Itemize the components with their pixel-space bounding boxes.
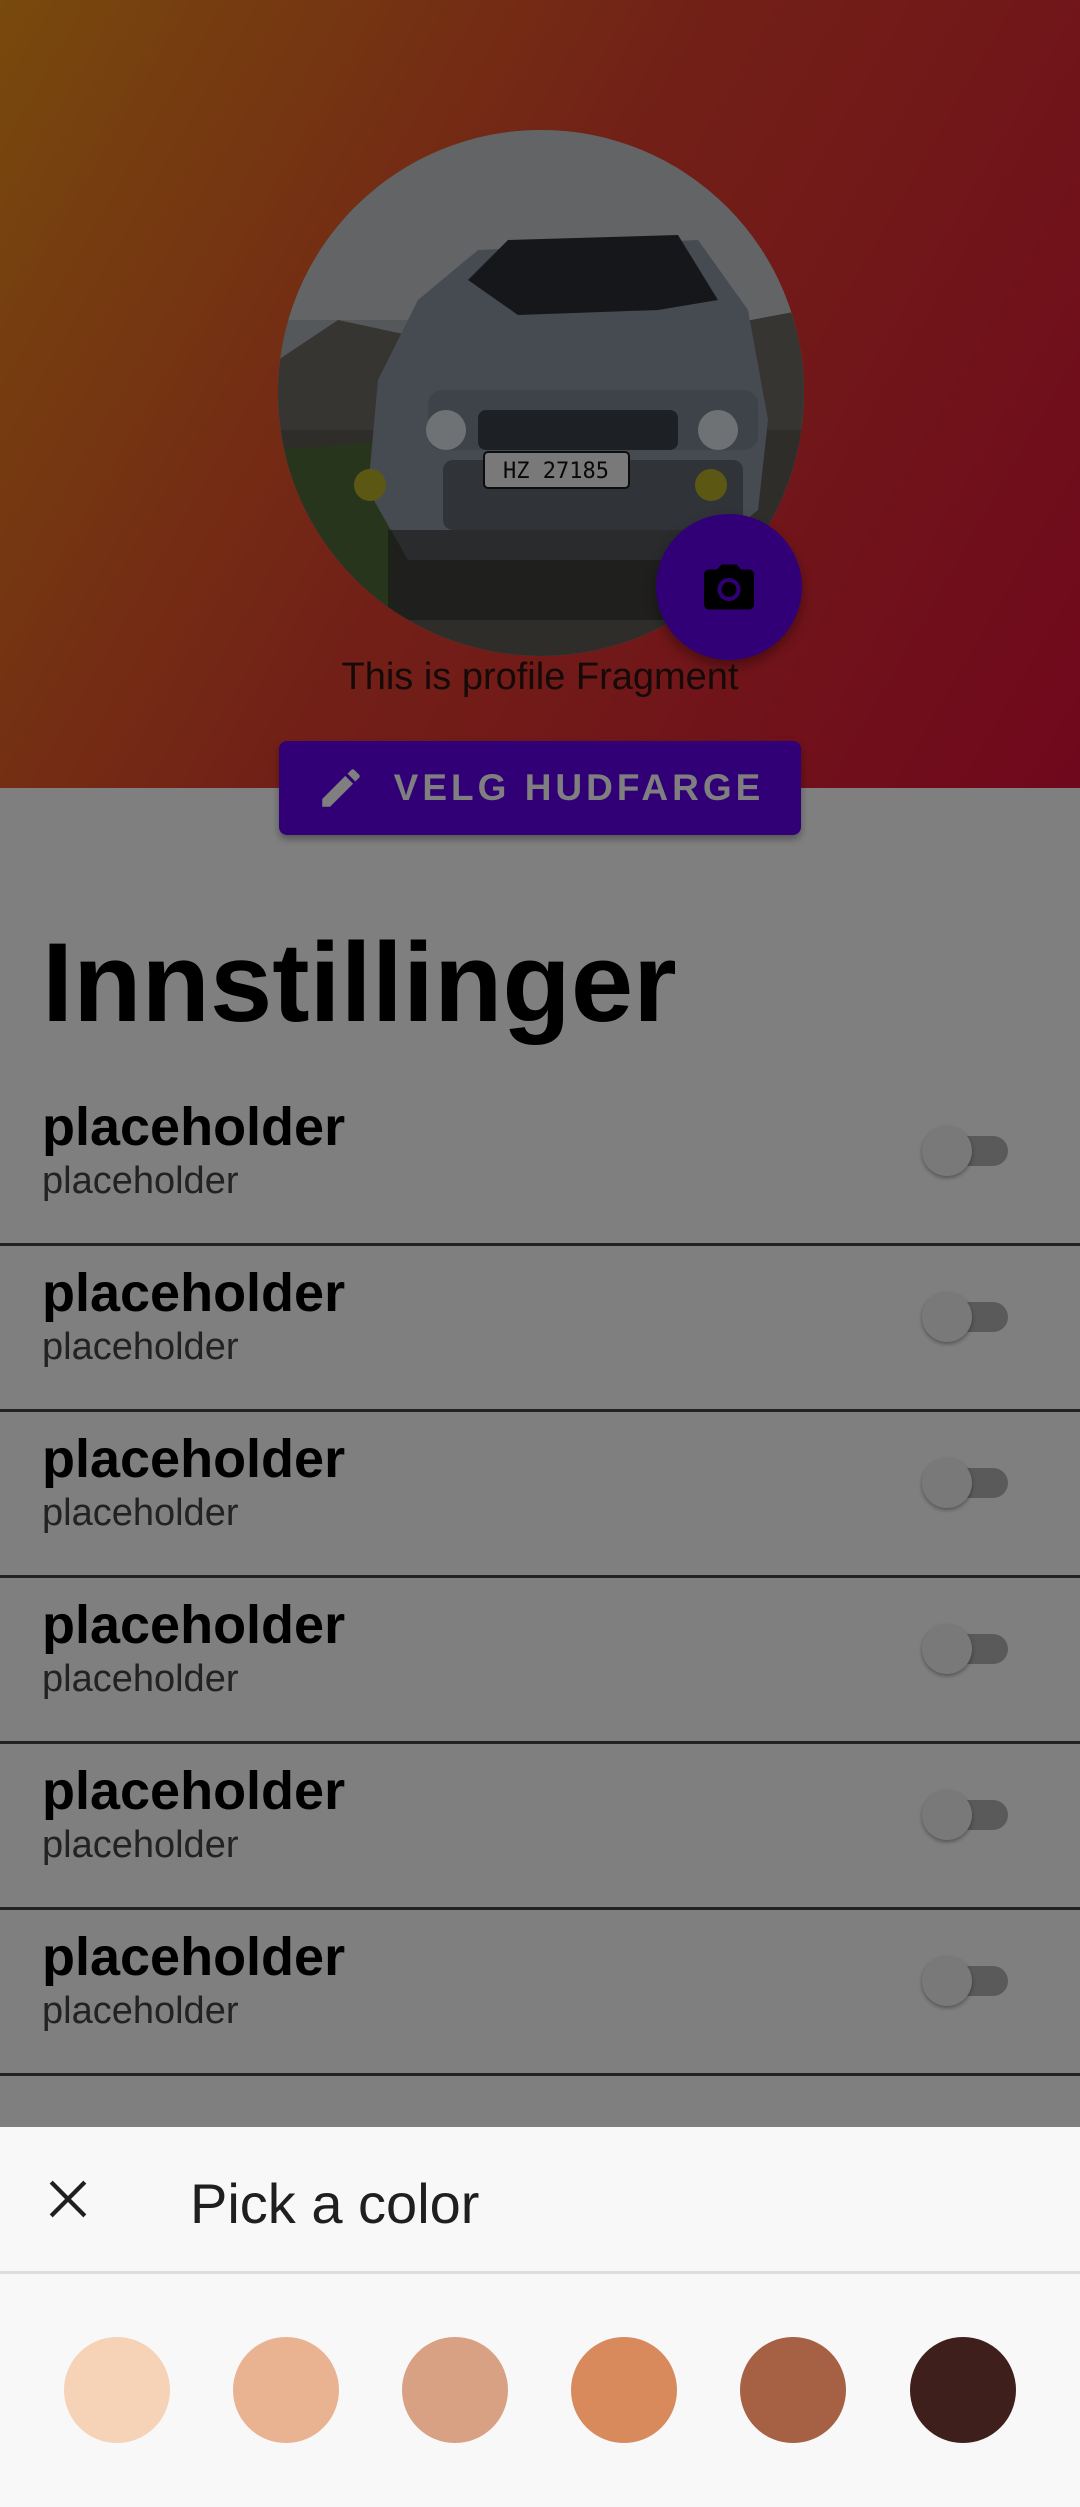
- setting-toggle[interactable]: [922, 1618, 1012, 1678]
- setting-toggle[interactable]: [922, 1452, 1012, 1512]
- setting-subtitle: placeholder: [42, 1326, 239, 1368]
- setting-subtitle: placeholder: [42, 1658, 239, 1700]
- profile-caption: This is profile Fragment: [341, 656, 739, 698]
- setting-row[interactable]: placeholder placeholder: [0, 1246, 1080, 1412]
- change-photo-button[interactable]: [656, 514, 802, 660]
- color-swatch[interactable]: [571, 2337, 677, 2443]
- color-picker-sheet: Pick a color: [0, 2127, 1080, 2507]
- color-swatch[interactable]: [740, 2337, 846, 2443]
- color-picker-title: Pick a color: [190, 2172, 480, 2235]
- pick-skin-color-button[interactable]: VELG HUDFARGE: [279, 741, 801, 835]
- close-sheet-button[interactable]: [34, 2165, 102, 2233]
- setting-title: placeholder: [42, 1097, 346, 1157]
- color-swatch[interactable]: [233, 2337, 339, 2443]
- setting-title: placeholder: [42, 1429, 346, 1489]
- pencil-icon: [316, 763, 366, 813]
- color-swatch[interactable]: [402, 2337, 508, 2443]
- color-swatch-row: [0, 2337, 1080, 2443]
- setting-row[interactable]: placeholder placeholder: [0, 1080, 1080, 1246]
- color-picker-header: Pick a color: [0, 2127, 1080, 2274]
- setting-subtitle: placeholder: [42, 1990, 239, 2032]
- setting-row[interactable]: placeholder placeholder: [0, 1744, 1080, 1910]
- color-swatch[interactable]: [910, 2337, 1016, 2443]
- setting-toggle[interactable]: [922, 1286, 1012, 1346]
- close-icon: [49, 2180, 87, 2218]
- settings-title: Innstillinger: [42, 920, 677, 1045]
- profile-header: HZ 27185 This is profile Fragment: [0, 0, 1080, 788]
- setting-title: placeholder: [42, 1761, 346, 1821]
- setting-title: placeholder: [42, 1595, 346, 1655]
- setting-toggle[interactable]: [922, 1784, 1012, 1844]
- setting-toggle[interactable]: [922, 1120, 1012, 1180]
- setting-title: placeholder: [42, 1263, 346, 1323]
- color-swatch[interactable]: [64, 2337, 170, 2443]
- setting-title: placeholder: [42, 1927, 346, 1987]
- setting-subtitle: placeholder: [42, 1492, 239, 1534]
- setting-row[interactable]: placeholder placeholder: [0, 1412, 1080, 1578]
- setting-subtitle: placeholder: [42, 1160, 239, 1202]
- setting-row[interactable]: placeholder placeholder: [0, 1910, 1080, 2076]
- setting-subtitle: placeholder: [42, 1824, 239, 1866]
- license-plate: HZ 27185: [503, 459, 609, 484]
- setting-row[interactable]: placeholder placeholder: [0, 1578, 1080, 1744]
- app-screen: HZ 27185 This is profile Fragment VELG H…: [0, 0, 1080, 2507]
- settings-list: placeholder placeholder placeholder plac…: [0, 1080, 1080, 2076]
- setting-toggle[interactable]: [922, 1950, 1012, 2010]
- camera-icon: [704, 564, 754, 610]
- pick-skin-color-label: VELG HUDFARGE: [393, 767, 765, 808]
